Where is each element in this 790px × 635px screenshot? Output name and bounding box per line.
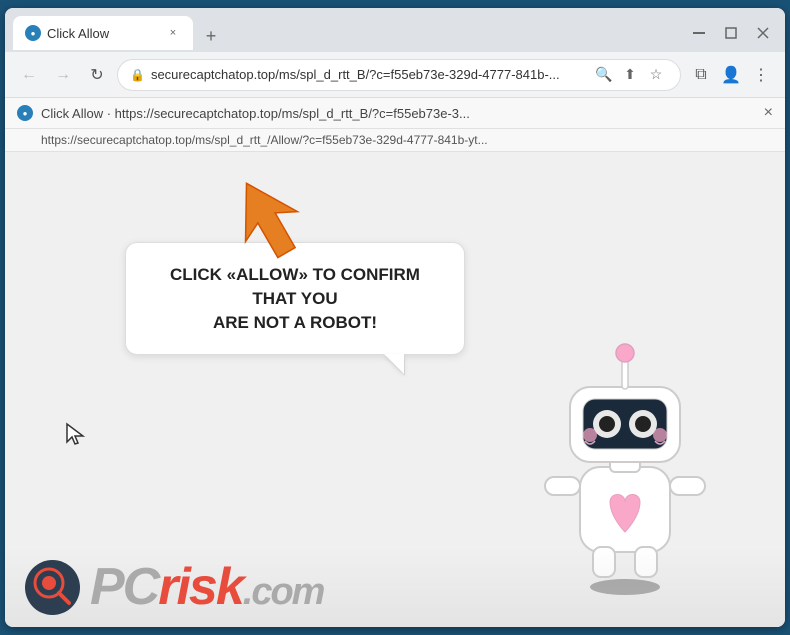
back-button[interactable]: ← (15, 61, 43, 89)
notification-text-line2: https://securecaptchatop.top/ms/spl_d_rt… (41, 133, 488, 147)
bubble-text-line2: ARE NOT A ROBOT! (213, 313, 377, 332)
split-view-button[interactable]: ⧉ (687, 61, 715, 89)
url-actions: 🔍 ⬆ ☆ (592, 63, 668, 87)
toolbar-actions: ⧉ 👤 ⋮ (687, 61, 775, 89)
notification-dropdown: https://securecaptchatop.top/ms/spl_d_rt… (5, 129, 785, 152)
page-content: CLICK «ALLOW» TO CONFIRM THAT YOU ARE NO… (5, 152, 785, 627)
forward-button[interactable]: → (49, 61, 77, 89)
notification-text-line1: Click Allow · https://securecaptchatop.t… (41, 106, 756, 121)
maximize-button[interactable] (717, 19, 745, 47)
watermark-pc: PC (90, 558, 158, 616)
title-bar: ● Click Allow × + (5, 8, 785, 52)
window-controls (685, 19, 777, 47)
watermark-text: PCrisk.com (90, 557, 323, 617)
browser-window: ● Click Allow × + ← → ↻ 🔒 securecaptchat… (5, 8, 785, 627)
tab-close-button[interactable]: × (165, 25, 181, 41)
share-icon[interactable]: ⬆ (618, 63, 642, 87)
watermark: PCrisk.com (5, 547, 785, 627)
new-tab-button[interactable]: + (197, 22, 225, 50)
watermark-com: .com (243, 571, 324, 613)
pcrisk-logo (25, 560, 80, 615)
tab-title: Click Allow (47, 26, 159, 41)
address-bar: ← → ↻ 🔒 securecaptchatop.top/ms/spl_d_rt… (5, 52, 785, 98)
lock-icon: 🔒 (130, 68, 145, 82)
notif-favicon: ● (17, 105, 33, 121)
tab-favicon: ● (25, 25, 41, 41)
bubble-text-line1: CLICK «ALLOW» TO CONFIRM THAT YOU (170, 265, 420, 308)
minimize-button[interactable] (685, 19, 713, 47)
menu-button[interactable]: ⋮ (747, 61, 775, 89)
mouse-cursor (65, 422, 85, 452)
bookmark-icon[interactable]: ☆ (644, 63, 668, 87)
search-icon[interactable]: 🔍 (592, 63, 616, 87)
tab-bar: ● Click Allow × + (13, 16, 685, 50)
refresh-button[interactable]: ↻ (83, 61, 111, 89)
url-bar[interactable]: 🔒 securecaptchatop.top/ms/spl_d_rtt_B/?c… (117, 59, 681, 91)
bubble-text: CLICK «ALLOW» TO CONFIRM THAT YOU ARE NO… (150, 263, 440, 334)
active-tab[interactable]: ● Click Allow × (13, 16, 193, 50)
watermark-risk: risk (158, 558, 243, 616)
url-text: securecaptchatop.top/ms/spl_d_rtt_B/?c=f… (151, 67, 586, 82)
close-window-button[interactable] (749, 19, 777, 47)
notification-bar: ● Click Allow · https://securecaptchatop… (5, 98, 785, 129)
profile-button[interactable]: 👤 (717, 61, 745, 89)
notification-close-button[interactable]: × (764, 104, 773, 122)
